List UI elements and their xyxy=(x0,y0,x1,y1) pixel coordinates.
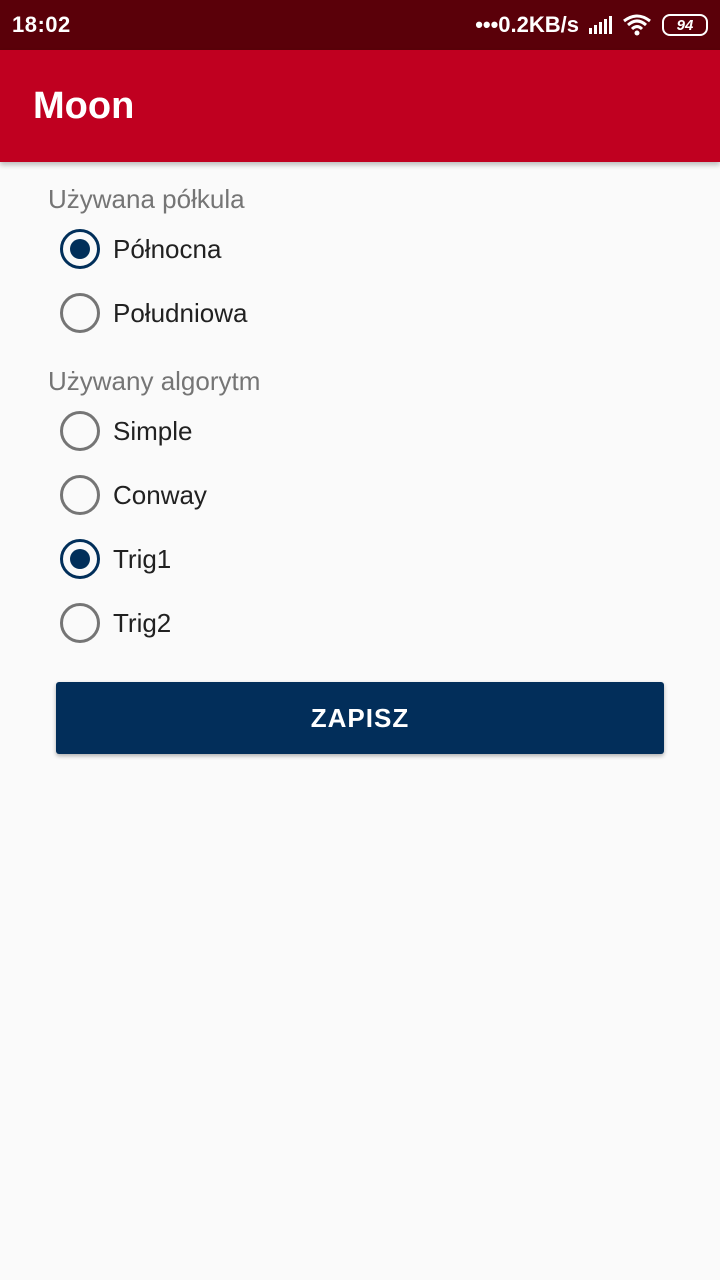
radio-conway[interactable]: Conway xyxy=(60,470,207,520)
radio-button-icon[interactable] xyxy=(60,475,100,515)
radio-label: Południowa xyxy=(113,297,248,328)
radio-button-icon[interactable] xyxy=(60,411,100,451)
radio-button-checked-icon[interactable] xyxy=(60,539,100,579)
radio-northern[interactable]: Północna xyxy=(60,224,221,274)
battery-level: 94 xyxy=(676,16,694,34)
save-button[interactable]: ZAPISZ xyxy=(56,682,664,754)
radio-label: Trig1 xyxy=(113,543,172,574)
radio-button-checked-icon[interactable] xyxy=(60,229,100,269)
radio-label: Conway xyxy=(113,479,207,510)
radio-southern[interactable]: Południowa xyxy=(60,288,247,338)
signal-icon xyxy=(589,16,612,34)
radio-button-icon[interactable] xyxy=(60,603,100,643)
radio-trig1[interactable]: Trig1 xyxy=(60,534,171,584)
wifi-icon xyxy=(623,14,651,36)
radio-button-icon[interactable] xyxy=(60,293,100,333)
radio-trig2[interactable]: Trig2 xyxy=(60,598,171,648)
app-bar: Moon xyxy=(0,50,720,162)
radio-label: Północna xyxy=(113,233,222,264)
status-bar: 18:02 •••0.2KB/s 94 xyxy=(0,0,720,50)
network-speed: •••0.2KB/s xyxy=(475,12,579,37)
status-indicators: •••0.2KB/s 94 xyxy=(475,12,708,38)
algorithm-label: Używany algorytm xyxy=(48,366,261,396)
battery-icon: 94 xyxy=(662,14,708,36)
status-time: 18:02 xyxy=(12,12,71,37)
radio-label: Simple xyxy=(113,415,193,446)
app-title: Moon xyxy=(33,84,135,127)
hemisphere-label: Używana półkula xyxy=(48,184,245,214)
radio-label: Trig2 xyxy=(113,607,172,638)
radio-simple[interactable]: Simple xyxy=(60,406,192,456)
